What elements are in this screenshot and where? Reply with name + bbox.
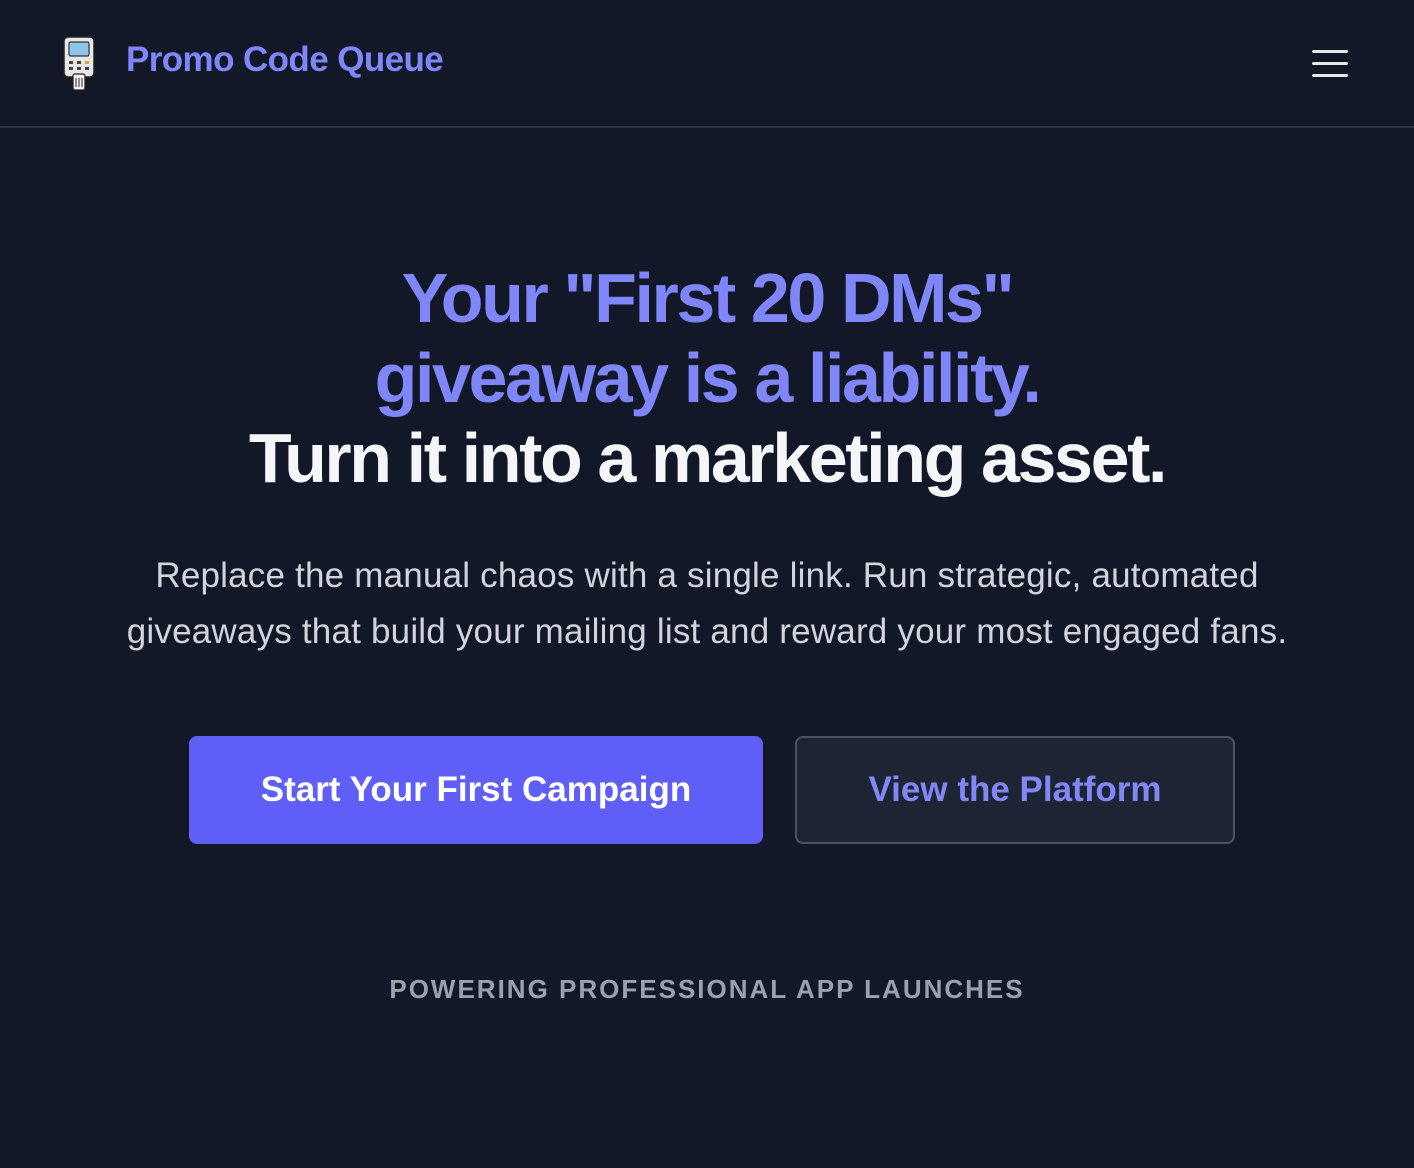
hero-subtitle: Replace the manual chaos with a single l… (0, 548, 1414, 660)
site-header: Promo Code Queue (0, 0, 1414, 128)
headline-line-1: Your "First 20 DMs" (401, 259, 1015, 337)
card-reader-icon[interactable] (62, 36, 96, 92)
menu-bar (1312, 74, 1348, 77)
tagline: POWERING PROFESSIONAL APP LAUNCHES (389, 974, 1025, 1004)
subtitle-line-1: Replace the manual chaos with a single l… (155, 556, 1259, 595)
hamburger-menu-icon[interactable] (1304, 42, 1356, 86)
subtitle-line-2: giveaways that build your mailing list a… (126, 612, 1288, 651)
hero-headline: Your "First 20 DMs" giveaway is a liabil… (0, 258, 1414, 498)
view-platform-button[interactable]: View the Platform (795, 736, 1235, 844)
brand-name[interactable]: Promo Code Queue (126, 40, 444, 80)
start-campaign-button[interactable]: Start Your First Campaign (189, 736, 763, 844)
headline-line-2: giveaway is a liability. (374, 339, 1042, 417)
menu-bar (1312, 62, 1348, 65)
headline-line-3: Turn it into a marketing asset. (248, 419, 1168, 497)
menu-bar (1312, 50, 1348, 53)
